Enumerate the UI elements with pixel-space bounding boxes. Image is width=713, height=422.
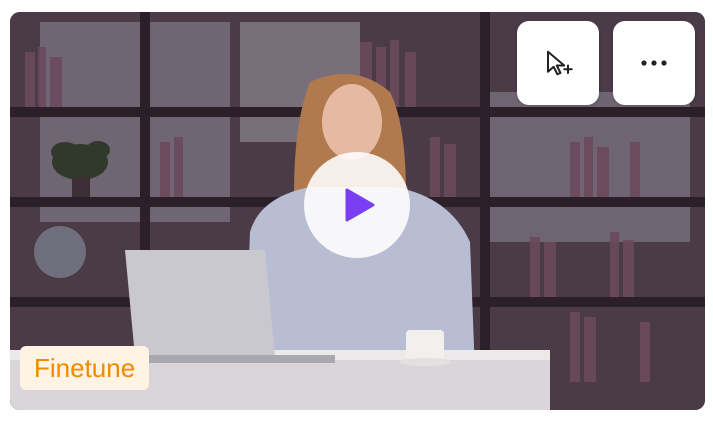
play-button[interactable]: [304, 152, 410, 258]
play-icon: [345, 188, 375, 222]
finetune-badge: Finetune: [20, 346, 150, 390]
video-card[interactable]: Finetune: [10, 12, 705, 410]
cursor-add-icon: [547, 50, 573, 76]
add-to-selection-button[interactable]: [517, 21, 599, 105]
more-horizontal-icon: [641, 60, 667, 66]
more-options-button[interactable]: [613, 21, 695, 105]
